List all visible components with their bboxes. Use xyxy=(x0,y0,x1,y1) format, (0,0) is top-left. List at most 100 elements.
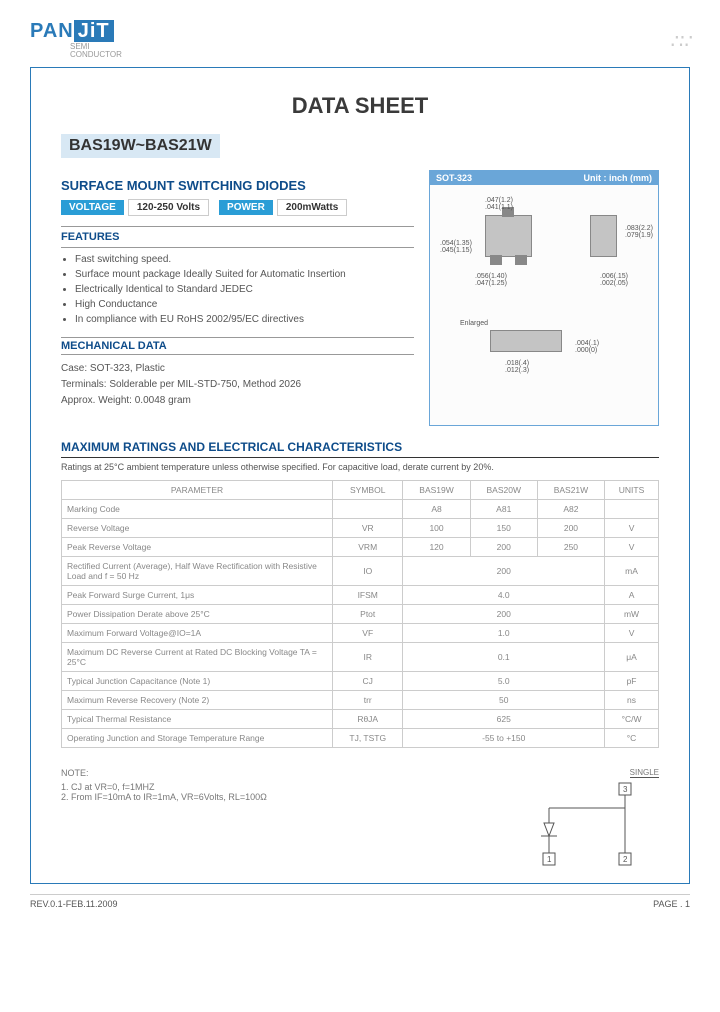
dim-label: .000(0) xyxy=(575,347,597,354)
cell-value: 1.0 xyxy=(403,624,605,643)
product-title: SURFACE MOUNT SWITCHING DIODES xyxy=(61,178,414,193)
cell-unit: °C xyxy=(605,729,659,748)
dim-label: .006(.15) xyxy=(600,273,628,280)
pin2-label: 2 xyxy=(623,855,628,864)
th-unit: UNITS xyxy=(605,481,659,500)
package-name: SOT-323 xyxy=(436,173,472,183)
cell-value: 625 xyxy=(403,710,605,729)
mechanical-heading: MECHANICAL DATA xyxy=(61,340,414,352)
voltage-value: 120-250 Volts xyxy=(128,199,209,216)
cell-value: 250 xyxy=(537,538,604,557)
cell-symbol: RθJA xyxy=(333,710,403,729)
cell-symbol: VR xyxy=(333,519,403,538)
cell-param: Operating Junction and Storage Temperatu… xyxy=(62,729,333,748)
cell-unit: °C/W xyxy=(605,710,659,729)
cell-param: Peak Reverse Voltage xyxy=(62,538,333,557)
cell-unit: V xyxy=(605,519,659,538)
document-title: DATA SHEET xyxy=(61,93,659,119)
mech-line: Case: SOT-323, Plastic xyxy=(61,361,414,377)
table-row: Maximum DC Reverse Current at Rated DC B… xyxy=(62,643,659,672)
document-frame: DATA SHEET BAS19W~BAS21W SURFACE MOUNT S… xyxy=(30,67,690,884)
th-col1: BAS19W xyxy=(403,481,470,500)
table-row: Operating Junction and Storage Temperatu… xyxy=(62,729,659,748)
part-number-range: BAS19W~BAS21W xyxy=(61,134,220,158)
cell-value: 200 xyxy=(403,557,605,586)
logo-part1: PAN xyxy=(30,20,74,42)
cell-unit: pF xyxy=(605,672,659,691)
dim-label: .018(.4) xyxy=(505,360,529,367)
cell-value: A81 xyxy=(470,500,537,519)
dim-label: .083(2.2) xyxy=(625,225,653,232)
cell-symbol: Ptot xyxy=(333,605,403,624)
schematic-label: SINGLE xyxy=(630,768,659,778)
power-value: 200mWatts xyxy=(277,199,347,216)
cell-param: Power Dissipation Derate above 25°C xyxy=(62,605,333,624)
dim-label: .054(1.35) xyxy=(440,240,472,247)
th-param: PARAMETER xyxy=(62,481,333,500)
cell-value: A8 xyxy=(403,500,470,519)
table-row: Rectified Current (Average), Half Wave R… xyxy=(62,557,659,586)
feature-item: High Conductance xyxy=(75,299,414,310)
cell-unit: A xyxy=(605,586,659,605)
table-row: Peak Forward Surge Current, 1μsIFSM4.0A xyxy=(62,586,659,605)
cell-param: Peak Forward Surge Current, 1μs xyxy=(62,586,333,605)
th-symbol: SYMBOL xyxy=(333,481,403,500)
cell-value: 200 xyxy=(470,538,537,557)
cell-symbol: VF xyxy=(333,624,403,643)
cell-param: Marking Code xyxy=(62,500,333,519)
cell-symbol: TJ, TSTG xyxy=(333,729,403,748)
cell-value: -55 to +150 xyxy=(403,729,605,748)
th-col3: BAS21W xyxy=(537,481,604,500)
footer-page: PAGE . 1 xyxy=(653,899,690,909)
decorative-dots: ∴∵ xyxy=(671,29,690,54)
cell-value: 150 xyxy=(470,519,537,538)
cell-unit: ns xyxy=(605,691,659,710)
cell-param: Typical Thermal Resistance xyxy=(62,710,333,729)
cell-param: Maximum Reverse Recovery (Note 2) xyxy=(62,691,333,710)
cell-symbol: trr xyxy=(333,691,403,710)
mech-line: Terminals: Solderable per MIL-STD-750, M… xyxy=(61,377,414,393)
cell-symbol: IR xyxy=(333,643,403,672)
cell-value: 4.0 xyxy=(403,586,605,605)
pin1-label: 1 xyxy=(547,855,552,864)
dim-label: Enlarged xyxy=(460,320,488,327)
mechanical-data: Case: SOT-323, Plastic Terminals: Solder… xyxy=(61,361,414,409)
logo-part2: JiT xyxy=(74,20,114,42)
package-diagram-box: SOT-323 Unit : inch (mm) .047(1.2) .041(… xyxy=(429,170,659,426)
table-row: Typical Thermal ResistanceRθJA625°C/W xyxy=(62,710,659,729)
table-row: Typical Junction Capacitance (Note 1)CJ5… xyxy=(62,672,659,691)
table-row: Reverse VoltageVR100150200V xyxy=(62,519,659,538)
feature-item: Fast switching speed. xyxy=(75,254,414,265)
cell-value: 5.0 xyxy=(403,672,605,691)
table-row: Power Dissipation Derate above 25°CPtot2… xyxy=(62,605,659,624)
cell-value: A82 xyxy=(537,500,604,519)
parameters-table: PARAMETER SYMBOL BAS19W BAS20W BAS21W UN… xyxy=(61,480,659,748)
logo-subtitle1: SEMI xyxy=(70,43,690,51)
cell-param: Typical Junction Capacitance (Note 1) xyxy=(62,672,333,691)
dim-label: .056(1.40) xyxy=(475,273,507,280)
notes-heading: NOTE: xyxy=(61,768,519,778)
cell-symbol: IO xyxy=(333,557,403,586)
cell-unit: mW xyxy=(605,605,659,624)
cell-param: Rectified Current (Average), Half Wave R… xyxy=(62,557,333,586)
dim-label: .012(.3) xyxy=(505,367,529,374)
note-line: 2. From IF=10mA to IR=1mA, VR=6Volts, RL… xyxy=(61,792,519,802)
dim-label: .047(1.25) xyxy=(475,280,507,287)
cell-param: Maximum Forward Voltage@IO=1A xyxy=(62,624,333,643)
table-row: Marking Code A8A81A82 xyxy=(62,500,659,519)
pin3-label: 3 xyxy=(623,785,628,794)
cell-value: 0.1 xyxy=(403,643,605,672)
cell-unit: μA xyxy=(605,643,659,672)
cell-symbol: VRM xyxy=(333,538,403,557)
dim-label: .041(1.1) xyxy=(485,204,513,211)
cell-value: 200 xyxy=(537,519,604,538)
cell-value: 100 xyxy=(403,519,470,538)
cell-symbol: IFSM xyxy=(333,586,403,605)
footer-revision: REV.0.1-FEB.11.2009 xyxy=(30,899,118,909)
table-row: Maximum Reverse Recovery (Note 2)trr50ns xyxy=(62,691,659,710)
cell-value: 200 xyxy=(403,605,605,624)
company-logo: PANJiT SEMI CONDUCTOR ∴∵ xyxy=(30,20,690,59)
cell-param: Maximum DC Reverse Current at Rated DC B… xyxy=(62,643,333,672)
cell-symbol xyxy=(333,500,403,519)
package-diagram: .047(1.2) .041(1.1) .054(1.35) .045(1.15… xyxy=(430,185,658,425)
